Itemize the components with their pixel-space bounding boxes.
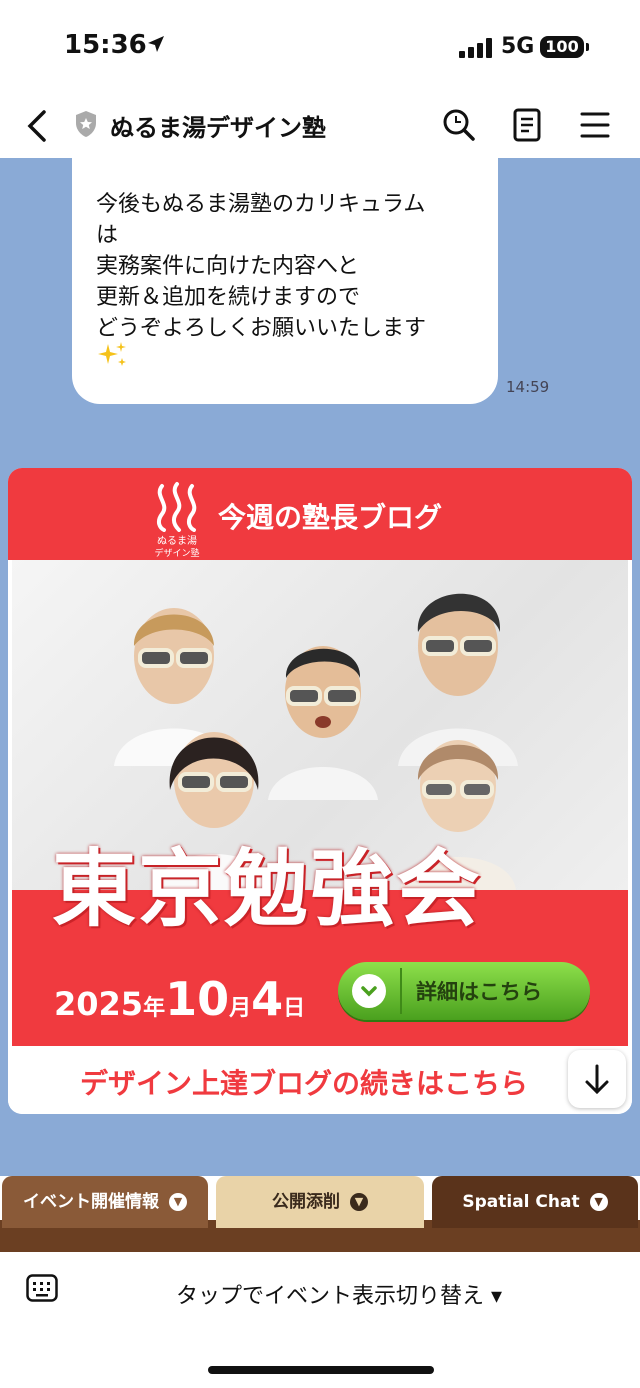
tab-label: 公開添削 [272,1192,340,1212]
chevron-down-circle-icon [352,974,386,1008]
battery-cap [586,43,589,51]
chevron-down-icon: ▼ [169,1193,187,1211]
menu-switch-toggle[interactable]: タップでイベント表示切り替え ▾ [176,1278,502,1310]
message-line: 今後もぬるま湯塾のカリキュラム [96,192,426,217]
blog-continue-label: デザイン上達ブログの続きはこちら [80,1067,529,1100]
blog-card[interactable]: ぬるま湯 デザイン塾 今週の塾長ブログ 東京勉強会 2025年10月4日 詳細は… [8,468,632,1114]
home-indicator[interactable] [208,1366,434,1374]
button-divider [400,968,402,1014]
message-line: 更新＆追加を続けますので [96,285,361,310]
details-button[interactable]: 詳細はこちら [338,962,590,1020]
rich-menu: イベント開催情報 ▼ 公開添削 ▼ Spatial Chat ▼ [0,1176,640,1252]
battery-icon: 100 [540,36,584,58]
search-icon[interactable] [440,106,478,144]
chat-area[interactable]: 今後もぬるま湯塾のカリキュラム は 実務案件に向けた内容へと 更新＆追加を続けま… [0,158,640,1176]
scroll-down-button[interactable] [568,1050,626,1108]
person-photo [268,646,378,800]
keyboard-icon[interactable] [26,1274,58,1302]
chevron-down-icon: ▼ [589,1193,608,1211]
hot-spring-icon [156,482,197,532]
chevron-down-icon: ▼ [350,1193,368,1211]
event-date: 2025年10月4日 [54,972,305,1026]
back-icon[interactable] [22,108,52,144]
message-line: どうぞよろしくお願いいたします [96,316,427,341]
logo-subtext: デザイン塾 [154,549,200,559]
sparkles-emoji [98,342,126,366]
tab-label: Spatial Chat [462,1192,580,1212]
signal-icon [459,38,492,58]
verified-shield-icon [76,111,96,137]
network-type: 5G [501,34,535,59]
date-year-unit: 年 [143,996,166,1021]
tab-label: イベント開催情報 [23,1192,159,1212]
message-line: 実務案件に向けた内容へと [96,254,359,279]
tab-event-info[interactable]: イベント開催情報 ▼ [2,1176,208,1228]
tab-public-review[interactable]: 公開添削 ▼ [216,1176,424,1228]
date-month: 10 [165,972,230,1026]
date-day-unit: 日 [283,996,306,1021]
details-button-label: 詳細はこちら [416,980,542,1004]
status-bar: 15:36 5G 100 [0,0,640,96]
chat-header: ぬるま湯デザイン塾 [0,96,640,158]
tab-spatial-chat[interactable]: Spatial Chat ▼ [432,1176,638,1228]
date-year: 2025 [54,985,144,1023]
date-month-unit: 月 [229,996,252,1021]
message-line: は [96,223,119,248]
message-bubble[interactable]: 今後もぬるま湯塾のカリキュラム は 実務案件に向けた内容へと 更新＆追加を続けま… [72,158,498,404]
event-banner[interactable]: 東京勉強会 2025年10月4日 詳細はこちら [12,560,628,1046]
card-header: ぬるま湯 デザイン塾 今週の塾長ブログ [8,468,632,560]
blog-continue-link[interactable]: デザイン上達ブログの続きはこちら [8,1046,632,1114]
blog-title: 今週の塾長ブログ [218,501,443,534]
chat-title: ぬるま湯デザイン塾 [110,114,326,142]
notes-icon[interactable] [508,106,546,144]
location-arrow-icon [148,36,164,52]
logo-text: ぬるま湯 [157,536,197,547]
menu-icon[interactable] [576,106,614,144]
bottom-bar: タップでイベント表示切り替え ▾ [0,1252,640,1388]
status-time: 15:36 [64,30,147,60]
message-timestamp: 14:59 [506,378,550,396]
event-title: 東京勉強会 [52,840,483,938]
arrow-down-icon [585,1064,609,1095]
date-day: 4 [251,972,284,1026]
brand-logo: ぬるま湯 デザイン塾 [146,480,208,560]
